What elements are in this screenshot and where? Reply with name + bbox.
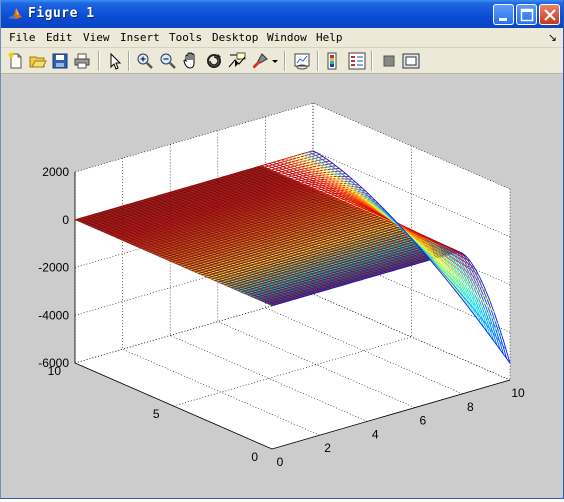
brush-dropdown-icon[interactable] — [271, 51, 279, 71]
menu-desktop[interactable]: Desktop — [212, 31, 258, 44]
toolbar-separator — [284, 51, 286, 71]
insert-colorbar-icon[interactable] — [324, 51, 344, 71]
menu-edit[interactable]: Edit — [46, 31, 73, 44]
zoom-out-icon[interactable] — [158, 51, 178, 71]
x-tick-label: 8 — [467, 400, 474, 414]
x-tick-label: 0 — [277, 455, 284, 469]
new-figure-icon[interactable] — [6, 51, 26, 71]
figure-window: Figure 1 File Edit View Insert Tools Des… — [0, 0, 564, 499]
minimize-button[interactable] — [493, 4, 514, 25]
undock-arrow-icon[interactable]: ↘ — [548, 31, 557, 44]
x-tick-label: 6 — [419, 414, 426, 428]
print-icon[interactable] — [72, 51, 92, 71]
menu-window[interactable]: Window — [267, 31, 307, 44]
minimize-icon — [499, 18, 507, 21]
pan-hand-icon[interactable] — [181, 51, 201, 71]
menu-tools[interactable]: Tools — [169, 31, 202, 44]
hide-plot-tools-icon[interactable] — [379, 51, 399, 71]
save-icon[interactable] — [50, 51, 70, 71]
open-file-icon[interactable] — [28, 51, 48, 71]
menu-view[interactable]: View — [83, 31, 110, 44]
insert-legend-icon[interactable] — [347, 51, 367, 71]
x-tick-label: 4 — [372, 427, 379, 441]
link-plot-icon[interactable] — [292, 51, 312, 71]
z-tick-label: 2000 — [42, 165, 69, 179]
title-bar[interactable]: Figure 1 — [1, 0, 563, 28]
figure-canvas[interactable]: 0 2 4 6 8 10 0 5 10 2000 0 -2000 -4000 -6000 — [1, 75, 563, 498]
edit-plot-arrow-icon[interactable] — [105, 51, 125, 71]
z-tick-label: 0 — [62, 213, 69, 227]
surface-plot-3d[interactable]: 0246810051020000-2000-4000-6000 — [1, 75, 563, 498]
x-tick-label: 2 — [324, 441, 331, 455]
window-title: Figure 1 — [28, 6, 95, 21]
y-tick-label: 0 — [251, 450, 258, 464]
toolbar-separator — [371, 51, 373, 71]
maximize-button[interactable] — [516, 4, 537, 25]
z-tick-label: -6000 — [38, 356, 69, 370]
z-tick-label: -4000 — [38, 308, 69, 322]
show-plot-tools-icon[interactable] — [401, 51, 421, 71]
close-button[interactable] — [539, 4, 560, 25]
close-icon — [544, 9, 556, 21]
zoom-in-icon[interactable] — [135, 51, 155, 71]
toolbar-separator — [317, 51, 319, 71]
menu-insert[interactable]: Insert — [120, 31, 160, 44]
figure-toolbar — [1, 48, 563, 74]
rotate-3d-icon[interactable] — [204, 51, 224, 71]
brush-icon[interactable] — [250, 51, 270, 71]
menu-bar: File Edit View Insert Tools Desktop Wind… — [1, 28, 563, 48]
menu-help[interactable]: Help — [316, 31, 343, 44]
menu-file[interactable]: File — [9, 31, 36, 44]
y-tick-label: 5 — [153, 407, 160, 421]
maximize-icon — [520, 8, 534, 22]
toolbar-separator — [128, 51, 130, 71]
matlab-logo-icon — [8, 8, 22, 19]
x-tick-label: 10 — [511, 386, 525, 400]
toolbar-separator — [98, 51, 100, 71]
data-cursor-icon[interactable] — [227, 51, 247, 71]
z-tick-label: -2000 — [38, 261, 69, 275]
